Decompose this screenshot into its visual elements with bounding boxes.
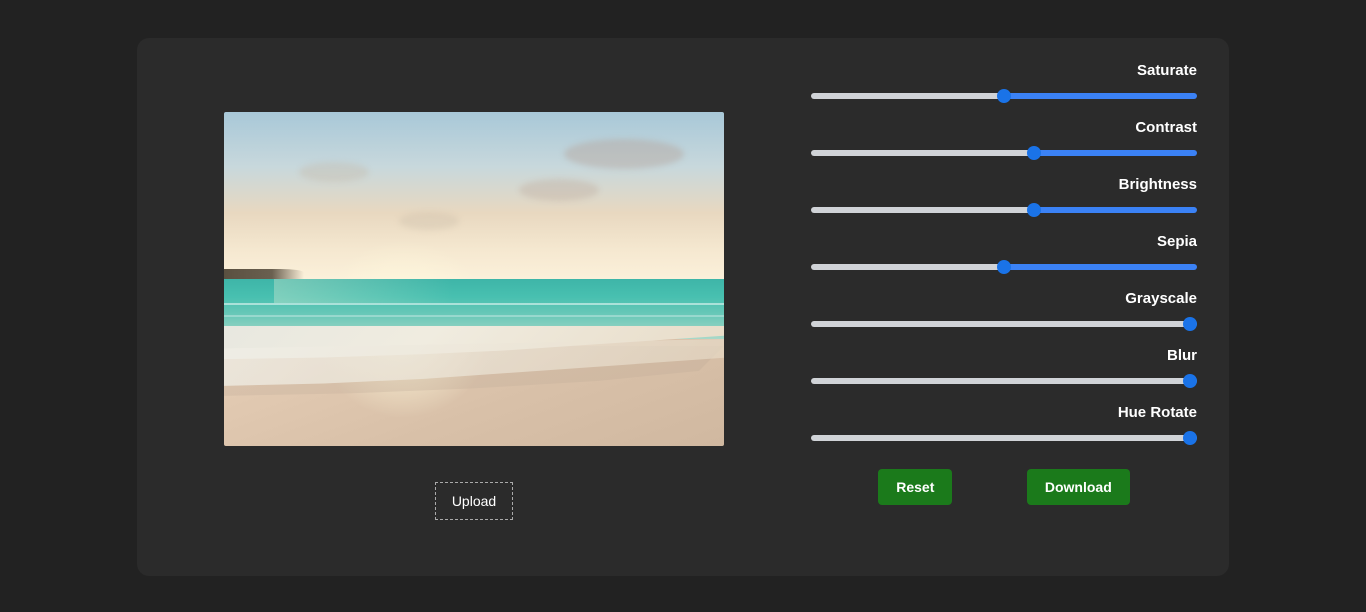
slider-group-sepia: Sepia — [811, 233, 1197, 282]
reset-button[interactable]: Reset — [878, 469, 952, 505]
slider-group-contrast: Contrast — [811, 119, 1197, 168]
preview-image — [224, 112, 724, 446]
sepia-slider[interactable] — [811, 264, 1197, 270]
download-button[interactable]: Download — [1027, 469, 1130, 505]
editor-panel: Upload Saturate Contrast Brightness Sepi… — [137, 38, 1229, 576]
slider-group-grayscale: Grayscale — [811, 290, 1197, 339]
saturate-slider[interactable] — [811, 93, 1197, 99]
grayscale-slider[interactable] — [811, 321, 1197, 327]
slider-label: Brightness — [1119, 176, 1197, 193]
slider-label: Blur — [1167, 347, 1197, 364]
preview-section: Upload — [153, 58, 795, 556]
hue-rotate-slider[interactable] — [811, 435, 1197, 441]
upload-button[interactable]: Upload — [435, 482, 513, 520]
controls-section: Saturate Contrast Brightness Sepia Grays… — [795, 58, 1213, 556]
brightness-slider[interactable] — [811, 207, 1197, 213]
slider-label: Contrast — [1135, 119, 1197, 136]
slider-label: Sepia — [1157, 233, 1197, 250]
action-buttons: Reset Download — [811, 469, 1197, 505]
slider-label: Saturate — [1137, 62, 1197, 79]
slider-group-saturate: Saturate — [811, 62, 1197, 111]
slider-group-blur: Blur — [811, 347, 1197, 396]
slider-group-brightness: Brightness — [811, 176, 1197, 225]
blur-slider[interactable] — [811, 378, 1197, 384]
slider-group-hue-rotate: Hue Rotate — [811, 404, 1197, 453]
contrast-slider[interactable] — [811, 150, 1197, 156]
slider-label: Hue Rotate — [1118, 404, 1197, 421]
slider-label: Grayscale — [1125, 290, 1197, 307]
